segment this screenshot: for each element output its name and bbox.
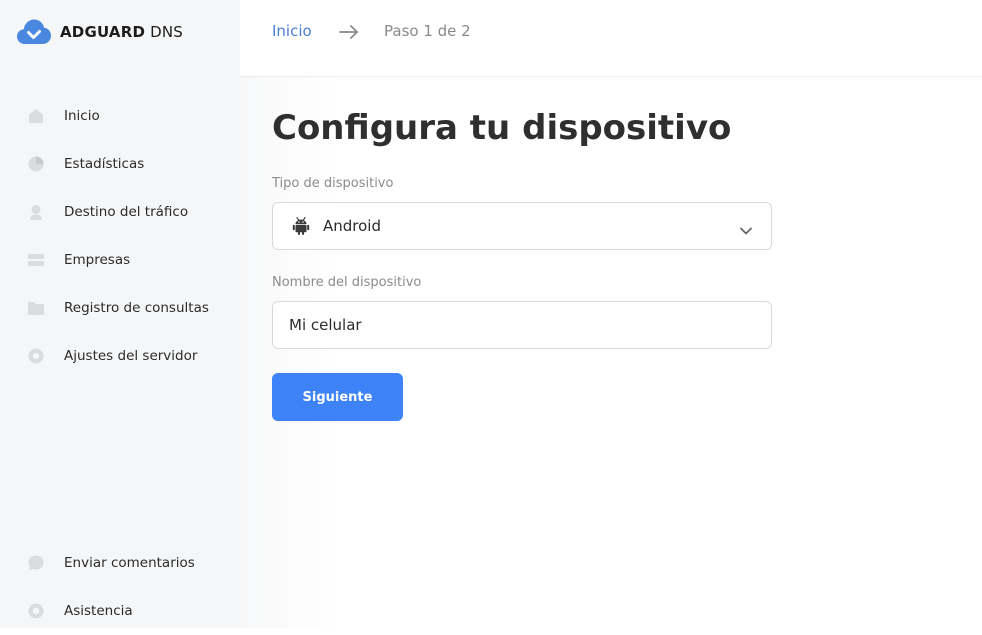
sidebar-item-label: Enviar comentarios <box>64 555 195 571</box>
sidebar-item-inicio[interactable]: Inicio <box>0 92 240 140</box>
sidebar-item-destino-del-trafico[interactable]: Destino del tráfico <box>0 188 240 236</box>
sidebar-item-label: Destino del tráfico <box>64 204 189 220</box>
sidebar-item-label: Inicio <box>64 108 100 124</box>
android-icon <box>291 216 311 240</box>
sidebar-item-label: Registro de consultas <box>64 300 209 316</box>
location-pin-icon <box>30 205 42 220</box>
home-icon <box>29 109 43 123</box>
breadcrumb-step: Paso 1 de 2 <box>384 22 471 40</box>
sidebar: ADGUARD DNS Inicio Estadísticas Destino … <box>0 0 240 628</box>
folder-icon <box>28 302 44 315</box>
next-button[interactable]: Siguiente <box>272 373 403 421</box>
brand-name-light: DNS <box>150 23 183 41</box>
page-title: Configura tu dispositivo <box>272 108 732 148</box>
sidebar-item-label: Asistencia <box>64 603 133 619</box>
sidebar-shadow <box>240 77 340 628</box>
sidebar-item-enviar-comentarios[interactable]: Enviar comentarios <box>0 539 240 587</box>
device-type-value: Android <box>323 217 381 235</box>
brand-name: ADGUARD DNS <box>60 23 183 41</box>
sidebar-item-label: Empresas <box>64 252 131 268</box>
chevron-down-icon <box>739 221 753 240</box>
sidebar-item-empresas[interactable]: Empresas <box>0 236 240 284</box>
device-type-select[interactable]: Android <box>272 202 772 250</box>
card-icon <box>28 254 44 266</box>
breadcrumb-home-link[interactable]: Inicio <box>272 22 312 40</box>
lifebuoy-icon <box>28 603 44 619</box>
sidebar-item-ajustes-del-servidor[interactable]: Ajustes del servidor <box>0 332 240 380</box>
sidebar-item-estadisticas[interactable]: Estadísticas <box>0 140 240 188</box>
brand-name-bold: ADGUARD <box>60 23 146 41</box>
device-type-label: Tipo de dispositivo <box>272 176 394 191</box>
sidebar-item-label: Ajustes del servidor <box>64 348 198 364</box>
pie-chart-icon <box>28 156 44 172</box>
chat-bubble-icon <box>28 555 44 571</box>
gear-icon <box>28 348 44 364</box>
app-logo[interactable]: ADGUARD DNS <box>16 17 183 47</box>
sidebar-item-registro-de-consultas[interactable]: Registro de consultas <box>0 284 240 332</box>
device-name-label: Nombre del dispositivo <box>272 275 422 290</box>
arrow-right-icon <box>339 24 359 44</box>
sidebar-item-label: Estadísticas <box>64 156 145 172</box>
device-name-input[interactable] <box>272 301 772 349</box>
breadcrumb: Inicio Paso 1 de 2 <box>240 0 982 77</box>
cloud-check-icon <box>16 17 52 47</box>
